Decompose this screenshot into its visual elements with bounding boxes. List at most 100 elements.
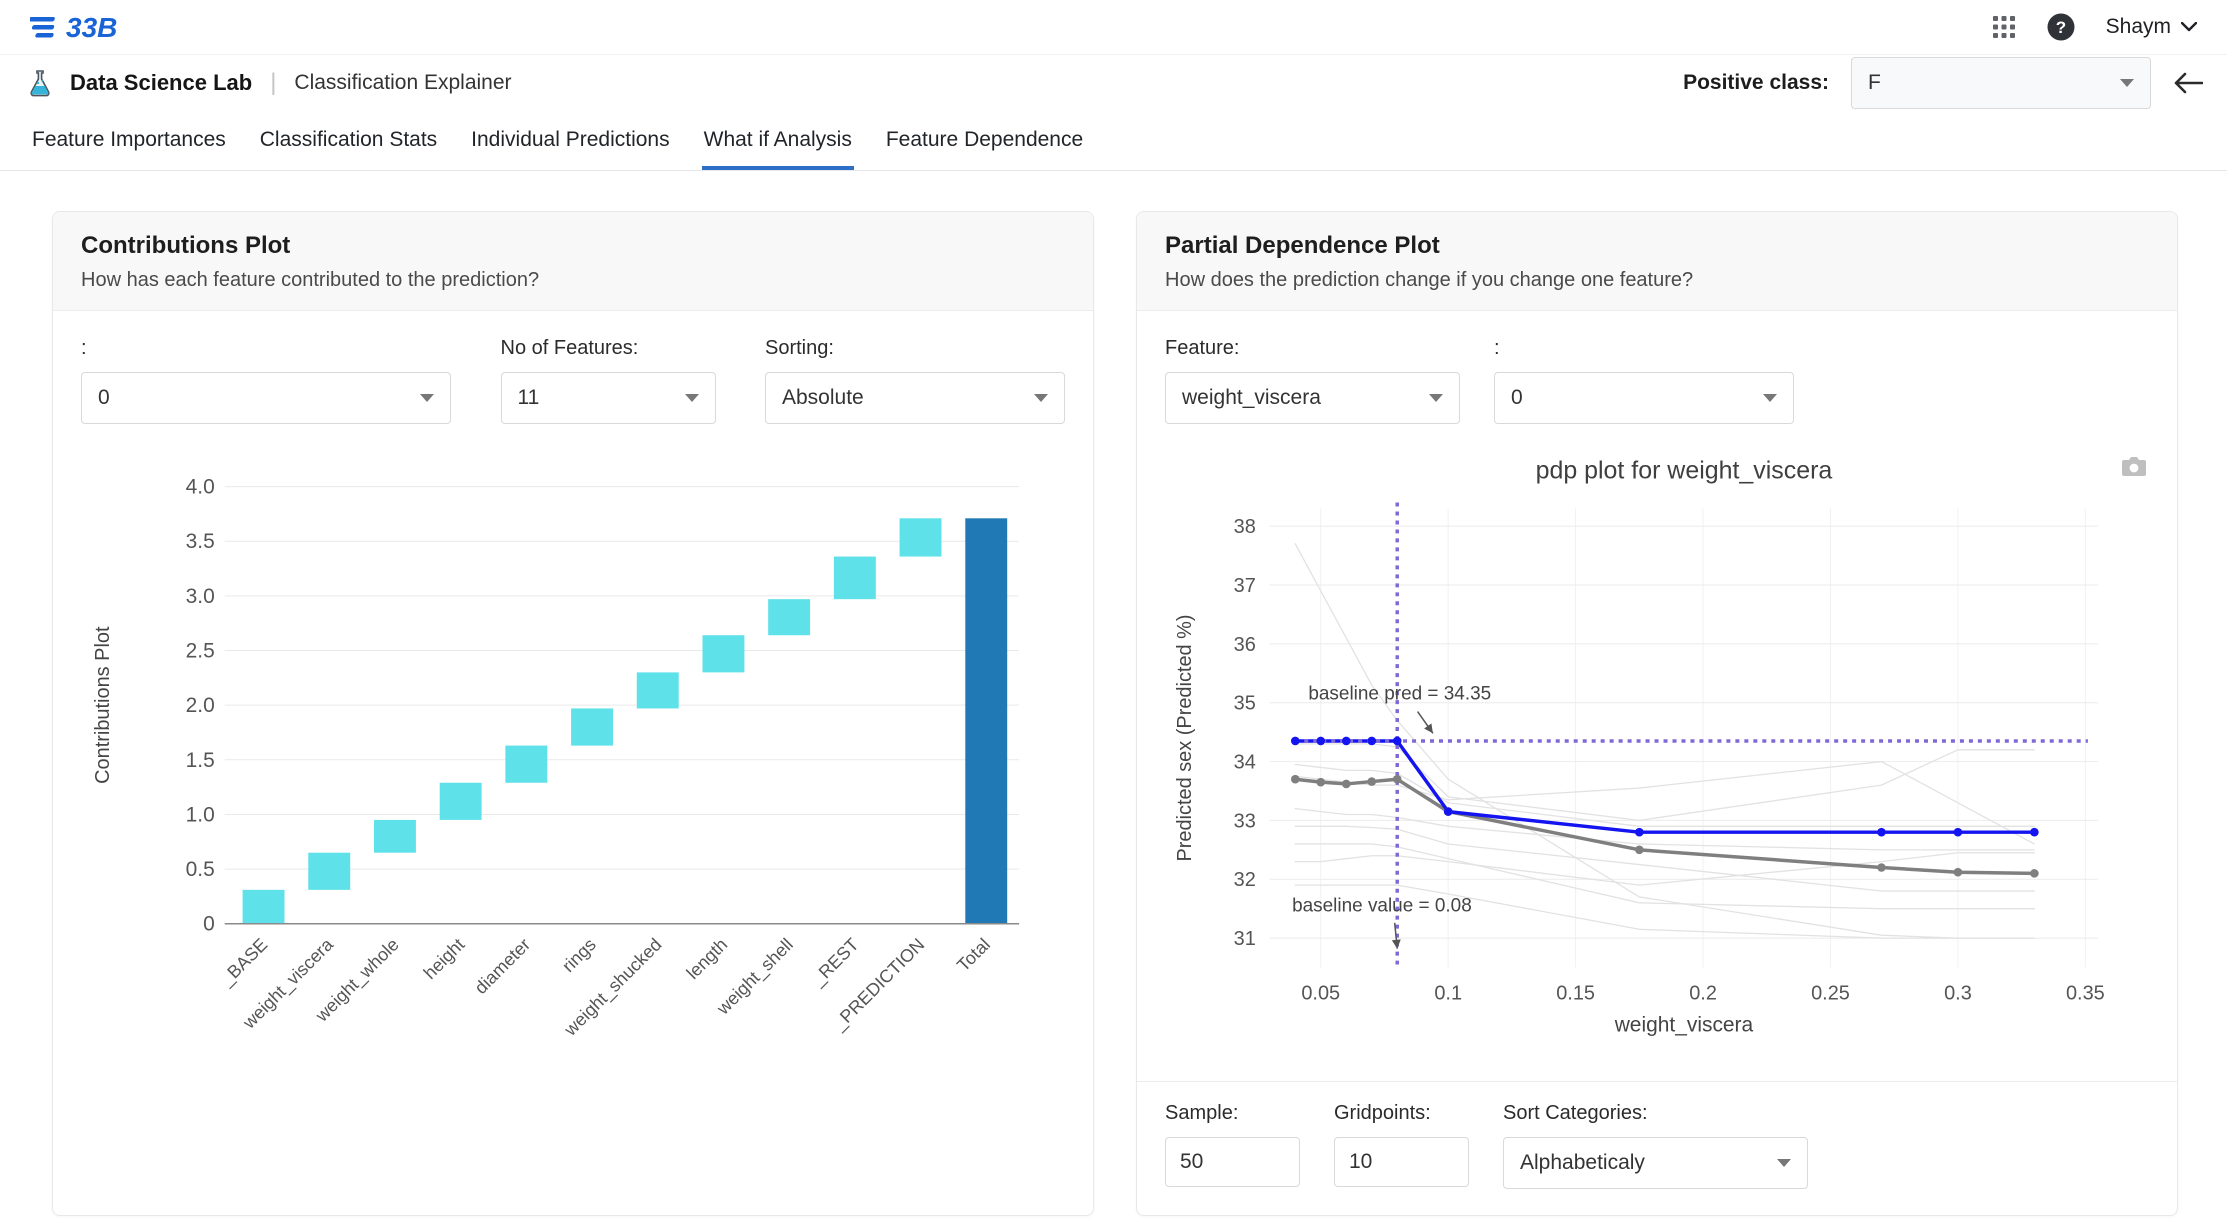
svg-text:0.5: 0.5 — [186, 858, 215, 881]
svg-text:0.1: 0.1 — [1434, 982, 1462, 1004]
svg-text:baseline value = 0.08: baseline value = 0.08 — [1292, 896, 1472, 917]
gridpoints-input[interactable] — [1334, 1137, 1469, 1187]
svg-text:37: 37 — [1234, 575, 1256, 597]
svg-text:0.25: 0.25 — [1811, 982, 1850, 1004]
tab-bar: Feature Importances Classification Stats… — [0, 110, 2227, 171]
help-icon[interactable]: ? — [2046, 12, 2076, 42]
sort-categories-select[interactable]: Alphabeticaly — [1503, 1137, 1808, 1189]
dropdown-caret-icon — [685, 394, 699, 402]
svg-text:_REST: _REST — [807, 934, 863, 990]
svg-text:0: 0 — [203, 913, 215, 936]
app-logo-icon: 33B — [30, 9, 134, 45]
tab-individual-predictions[interactable]: Individual Predictions — [469, 110, 671, 170]
svg-text:3.5: 3.5 — [186, 530, 215, 553]
tab-what-if-analysis[interactable]: What if Analysis — [702, 110, 854, 170]
num-features-value: 11 — [518, 386, 540, 410]
svg-text:weight_viscera: weight_viscera — [1614, 1013, 1754, 1036]
tab-feature-dependence[interactable]: Feature Dependence — [884, 110, 1085, 170]
feature-select[interactable]: weight_viscera — [1165, 372, 1460, 424]
title-separator: | — [270, 69, 276, 97]
pdp-controls: Feature: weight_viscera : 0 — [1165, 337, 2149, 424]
positive-class-select[interactable]: F — [1851, 57, 2151, 109]
svg-text:0.15: 0.15 — [1556, 982, 1595, 1004]
positive-class-value: F — [1868, 71, 1881, 95]
svg-text:?: ? — [2055, 18, 2065, 37]
pdp-index-value: 0 — [1511, 386, 1523, 410]
top-bar: 33B ? Shaym — [0, 0, 2227, 54]
pdp-card-header: Partial Dependence Plot How does the pre… — [1137, 212, 2177, 311]
contributions-chart-wrap: 00.51.01.52.02.53.03.54.0_BASEweight_vis… — [81, 460, 1065, 1120]
svg-text:34: 34 — [1234, 752, 1256, 774]
tab-classification-stats[interactable]: Classification Stats — [258, 110, 439, 170]
contributions-card: Contributions Plot How has each feature … — [52, 211, 1094, 1216]
top-bar-right: ? Shaym — [1992, 12, 2197, 42]
svg-text:Contributions Plot: Contributions Plot — [92, 626, 114, 784]
svg-text:Predicted sex (Predicted %): Predicted sex (Predicted %) — [1174, 614, 1196, 861]
dropdown-caret-icon — [2120, 79, 2134, 87]
dropdown-caret-icon — [1034, 394, 1048, 402]
pdp-index-label: : — [1494, 337, 1794, 360]
svg-text:31: 31 — [1234, 928, 1256, 950]
pdp-index-select[interactable]: 0 — [1494, 372, 1794, 424]
svg-text:2.0: 2.0 — [186, 694, 215, 717]
svg-text:2.5: 2.5 — [186, 640, 215, 663]
svg-text:0.3: 0.3 — [1944, 982, 1972, 1004]
index-select[interactable]: 0 — [81, 372, 451, 424]
sample-label: Sample: — [1165, 1102, 1300, 1125]
svg-text:diameter: diameter — [471, 934, 535, 998]
flask-icon — [24, 67, 56, 99]
svg-text:4.0: 4.0 — [186, 476, 215, 499]
pdp-footer-controls: Sample: Gridpoints: Sort Categories: Alp… — [1137, 1081, 2177, 1215]
svg-text:3.0: 3.0 — [186, 585, 215, 608]
svg-text:1.5: 1.5 — [186, 749, 215, 772]
pdp-title: Partial Dependence Plot — [1165, 232, 2149, 260]
user-menu[interactable]: Shaym — [2106, 15, 2197, 39]
contributions-waterfall-chart[interactable]: 00.51.01.52.02.53.03.54.0_BASEweight_vis… — [81, 460, 1065, 1115]
chevron-down-icon — [2181, 22, 2197, 32]
sorting-label: Sorting: — [765, 337, 1065, 360]
app-logo[interactable]: 33B — [30, 9, 134, 45]
feature-value: weight_viscera — [1182, 386, 1321, 410]
positive-class-label: Positive class: — [1683, 71, 1829, 95]
user-name: Shaym — [2106, 15, 2171, 39]
index-label: : — [81, 337, 451, 360]
svg-text:Total: Total — [953, 934, 994, 975]
app-logo-text: 33B — [66, 12, 117, 43]
app-title: Data Science Lab — [70, 70, 252, 96]
back-arrow-icon[interactable] — [2173, 72, 2203, 94]
sort-categories-value: Alphabeticaly — [1520, 1151, 1645, 1175]
svg-text:36: 36 — [1234, 634, 1256, 656]
gridpoints-label: Gridpoints: — [1334, 1102, 1469, 1125]
page-title: Classification Explainer — [294, 71, 511, 95]
svg-text:35: 35 — [1234, 693, 1256, 715]
contributions-subtitle: How has each feature contributed to the … — [81, 269, 1065, 292]
index-value: 0 — [98, 386, 110, 410]
dropdown-caret-icon — [1429, 394, 1443, 402]
num-features-label: No of Features: — [501, 337, 716, 360]
contributions-card-header: Contributions Plot How has each feature … — [53, 212, 1093, 311]
pdp-line-chart[interactable]: pdp plot for weight_viscera 0.05 0.1 0.15 0.… — [1165, 448, 2149, 1048]
camera-icon[interactable] — [2121, 456, 2147, 483]
sorting-select[interactable]: Absolute — [765, 372, 1065, 424]
svg-text:0.2: 0.2 — [1689, 982, 1717, 1004]
svg-text:length: length — [683, 934, 732, 983]
apps-grid-icon[interactable] — [1992, 15, 2016, 39]
sample-input[interactable] — [1165, 1137, 1300, 1187]
contributions-title: Contributions Plot — [81, 232, 1065, 260]
main-content: Contributions Plot How has each feature … — [0, 171, 2227, 1218]
svg-text:0.05: 0.05 — [1301, 982, 1340, 1004]
dropdown-caret-icon — [1777, 1159, 1791, 1167]
feature-label: Feature: — [1165, 337, 1460, 360]
contributions-controls: : 0 No of Features: 11 — [81, 337, 1065, 424]
svg-text:baseline pred = 34.35: baseline pred = 34.35 — [1308, 684, 1491, 705]
svg-text:33: 33 — [1234, 810, 1256, 832]
pdp-subtitle: How does the prediction change if you ch… — [1165, 269, 2149, 292]
svg-text:38: 38 — [1234, 516, 1256, 538]
sorting-value: Absolute — [782, 386, 864, 410]
svg-text:pdp plot for weight_viscera: pdp plot for weight_viscera — [1536, 457, 1833, 485]
tab-feature-importances[interactable]: Feature Importances — [30, 110, 228, 170]
svg-text:32: 32 — [1234, 869, 1256, 891]
svg-text:height: height — [420, 934, 469, 983]
num-features-select[interactable]: 11 — [501, 372, 716, 424]
svg-text:1.0: 1.0 — [186, 803, 215, 826]
